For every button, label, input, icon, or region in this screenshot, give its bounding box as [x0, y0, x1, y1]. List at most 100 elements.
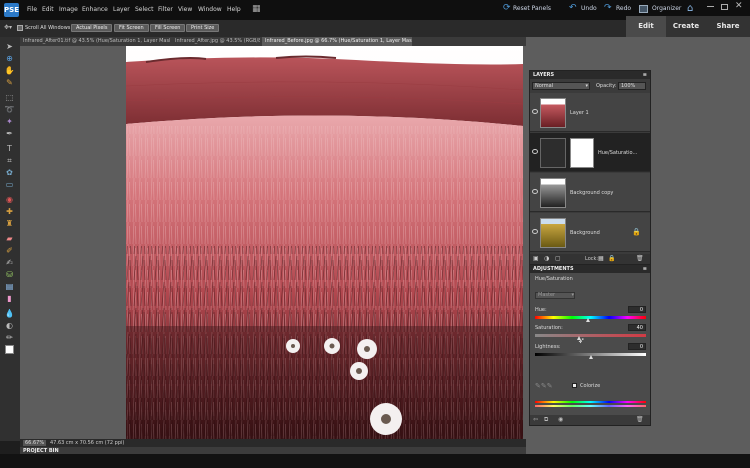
cookie-cutter-tool-icon[interactable]: ✿ — [3, 167, 16, 178]
healing-brush-tool-icon[interactable]: ✚ — [3, 206, 16, 217]
layer-mask-thumbnail[interactable] — [570, 138, 594, 168]
menu-file[interactable]: File — [27, 6, 37, 13]
zoom-tool-icon[interactable]: ⊕ — [3, 53, 16, 64]
doc-tab-infrared-after[interactable]: Infrared_After.jpg @ 43.5% (RGB/8) — [172, 37, 260, 46]
redo-button[interactable]: Redo — [616, 5, 631, 12]
menu-help[interactable]: Help — [227, 6, 241, 13]
sponge-tool-icon[interactable]: ◐ — [3, 320, 16, 331]
document-image[interactable] — [126, 46, 523, 441]
menu-filter[interactable]: Filter — [158, 6, 173, 13]
move-tool-icon[interactable]: ➤ — [3, 41, 16, 52]
blend-mode-select[interactable]: Normal ▾ — [532, 82, 590, 90]
hue-result-bar — [535, 405, 646, 407]
menu-image[interactable]: Image — [59, 6, 78, 13]
adjustments-footer: ⇦ ⧉ ◉ 🗑 — [530, 415, 650, 425]
lightness-slider-handle[interactable] — [589, 355, 593, 359]
paint-bucket-tool-icon[interactable]: ⛁ — [3, 269, 16, 280]
actual-pixels-button[interactable]: Actual Pixels — [71, 24, 113, 32]
saturation-slider[interactable] — [535, 334, 646, 337]
pencil-tool-icon[interactable]: ✏ — [3, 332, 16, 343]
fill-screen-button[interactable]: Fill Screen — [150, 24, 186, 32]
menu-select[interactable]: Select — [135, 6, 154, 13]
mask-icon[interactable]: ▢ — [555, 255, 561, 262]
quick-selection-tool-icon[interactable]: ✒ — [3, 128, 16, 139]
print-size-button[interactable]: Print Size — [186, 24, 220, 32]
organizer-icon[interactable] — [639, 5, 648, 13]
tool-preset-icon[interactable]: ✥▾ — [4, 24, 12, 31]
menu-layer[interactable]: Layer — [113, 6, 130, 13]
brush-tool-icon[interactable]: ✐ — [3, 245, 16, 256]
layer-row-hue-saturation[interactable]: Hue/Saturatio... — [530, 133, 650, 172]
redo-icon[interactable]: ↷ — [604, 3, 612, 13]
lock-all-icon[interactable]: 🔒 — [608, 255, 615, 262]
visibility-eye-icon[interactable] — [532, 189, 538, 194]
minimize-icon[interactable] — [707, 6, 714, 7]
delete-layer-icon[interactable]: 🗑 — [636, 255, 644, 262]
delete-adjustment-icon[interactable]: 🗑 — [636, 416, 644, 423]
tab-share[interactable]: Share — [706, 16, 750, 37]
tab-create[interactable]: Create — [667, 16, 705, 37]
hue-slider-handle[interactable] — [586, 318, 590, 322]
menu-view[interactable]: View — [178, 6, 192, 13]
fit-screen-button[interactable]: Fit Screen — [114, 24, 149, 32]
eyedropper-icons[interactable]: ✎✎✎ — [535, 382, 553, 390]
panel-menu-icon[interactable]: ≡ — [643, 265, 647, 273]
red-eye-tool-icon[interactable]: ◉ — [3, 194, 16, 205]
visibility-eye-icon[interactable] — [532, 109, 538, 114]
lock-transparency-icon[interactable]: ▦ — [598, 255, 604, 262]
new-layer-icon[interactable]: ▣ — [533, 255, 539, 262]
smart-brush-tool-icon[interactable]: ✍ — [3, 257, 16, 268]
marquee-tool-icon[interactable]: ⬚ — [3, 92, 16, 103]
maximize-icon[interactable] — [721, 4, 728, 10]
undo-icon[interactable]: ↶ — [569, 3, 577, 13]
clone-stamp-tool-icon[interactable]: ♜ — [3, 218, 16, 229]
layer-row-background-copy[interactable]: Background copy — [530, 173, 650, 212]
lightness-value[interactable]: 0 — [628, 343, 646, 350]
back-arrow-icon[interactable]: ⇦ — [533, 416, 538, 423]
scroll-all-label: Scroll All Windows — [25, 25, 71, 31]
eyedropper-tool-icon[interactable]: ✎ — [3, 77, 16, 88]
gradient-tool-icon[interactable]: ▤ — [3, 281, 16, 292]
straighten-tool-icon[interactable]: ▭ — [3, 179, 16, 190]
tab-edit[interactable]: Edit — [626, 16, 666, 37]
home-icon[interactable]: ⌂ — [687, 3, 693, 14]
doc-tab-infrared-before[interactable]: Infrared_Before.jpg @ 66.7% (Hue/Saturat… — [262, 37, 412, 46]
layer-row-layer-1[interactable]: Layer 1 — [530, 93, 650, 132]
visibility-eye-icon[interactable] — [532, 149, 538, 154]
foreground-color-swatch[interactable] — [5, 345, 14, 354]
menu-window[interactable]: Window — [198, 6, 222, 13]
colorize-checkbox[interactable] — [572, 383, 577, 388]
visibility-eye-icon[interactable] — [532, 229, 538, 234]
close-icon[interactable]: ✕ — [735, 1, 743, 11]
hue-value[interactable]: 0 — [628, 306, 646, 313]
organizer-button[interactable]: Organizer — [652, 5, 681, 12]
panel-menu-icon[interactable]: ≡ — [643, 71, 647, 79]
zoom-level[interactable]: 66.67% — [23, 440, 47, 446]
opacity-field[interactable]: 100% — [618, 82, 646, 90]
scroll-all-checkbox[interactable] — [17, 25, 23, 31]
hue-slider[interactable] — [535, 316, 646, 319]
menu-edit[interactable]: Edit — [42, 6, 54, 13]
reset-panels-icon[interactable]: ⟳ — [503, 3, 511, 13]
layer-row-background[interactable]: Background 🔒 — [530, 213, 650, 252]
adjustment-layer-icon[interactable]: ◑ — [544, 255, 549, 262]
doc-tab-infrared-after01[interactable]: Infrared_After01.tif @ 43.5% (Hue/Satura… — [20, 37, 170, 46]
opacity-label: Opacity: — [596, 83, 617, 89]
shape-tool-icon[interactable]: ▮ — [3, 293, 16, 304]
reset-panels-button[interactable]: Reset Panels — [513, 5, 551, 12]
magic-wand-tool-icon[interactable]: ✦ — [3, 116, 16, 127]
arrange-icon[interactable]: ▦ — [252, 4, 261, 14]
saturation-value[interactable]: 40 — [628, 324, 646, 331]
visibility-icon[interactable]: ◉ — [558, 416, 563, 423]
lasso-tool-icon[interactable]: ➰ — [3, 104, 16, 115]
lock-label: Lock: — [585, 256, 599, 262]
undo-button[interactable]: Undo — [581, 5, 597, 12]
type-tool-icon[interactable]: T — [3, 143, 16, 154]
clip-icon[interactable]: ⧉ — [544, 416, 548, 424]
crop-tool-icon[interactable]: ⌗ — [3, 155, 16, 166]
menu-enhance[interactable]: Enhance — [82, 6, 108, 13]
eraser-tool-icon[interactable]: ▰ — [3, 233, 16, 244]
blur-tool-icon[interactable]: 💧 — [3, 308, 16, 319]
channel-select[interactable]: Master ▾ — [535, 292, 575, 299]
hand-tool-icon[interactable]: ✋ — [3, 65, 16, 76]
